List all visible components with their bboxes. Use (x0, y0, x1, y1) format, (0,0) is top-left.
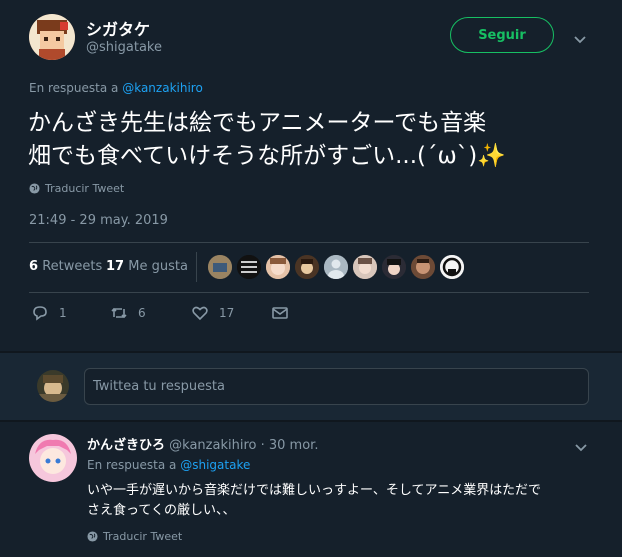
chevron-down-icon[interactable] (574, 438, 588, 452)
reply-count: 1 (59, 306, 67, 320)
likes-stat[interactable]: 17 Me gusta (106, 259, 188, 274)
retweet-icon (111, 307, 127, 319)
follow-button-label: Seguir (478, 27, 526, 43)
reply-context-prefix: En respuesta a (29, 81, 119, 95)
tweet-text-line-1: かんざき先生は絵でもアニメーターでも音楽 (28, 110, 487, 136)
translate-tweet-label: Traducir Tweet (45, 182, 125, 195)
retweet-action[interactable]: 6 (110, 304, 146, 322)
author-name[interactable]: シガタケ (86, 16, 150, 40)
divider (29, 292, 589, 293)
like-count: 17 (219, 306, 235, 320)
liker-avatar[interactable] (411, 255, 435, 279)
reply-context-prefix: En respuesta a (87, 458, 177, 472)
liker-avatar[interactable] (353, 255, 377, 279)
liker-avatar[interactable] (237, 255, 261, 279)
retweet-count: 6 (138, 306, 146, 320)
reply-translate-label: Traducir Tweet (103, 530, 183, 543)
liker-avatar[interactable] (295, 255, 319, 279)
reply-to-link[interactable]: @shigatake (180, 458, 250, 472)
globe-icon (87, 531, 98, 542)
author-avatar[interactable] (29, 14, 75, 60)
likes-label: Me gusta (128, 259, 188, 274)
heart-icon (192, 306, 208, 321)
section-separator (0, 420, 622, 422)
retweets-label: Retweets (42, 259, 103, 274)
translate-tweet-link[interactable]: Traducir Tweet (29, 182, 124, 195)
likes-count: 17 (106, 259, 125, 274)
reply-input-placeholder: Twittea tu respuesta (93, 379, 225, 394)
globe-icon (29, 183, 40, 194)
reply-context: En respuesta a @kanzakihiro (29, 81, 203, 95)
liker-avatar[interactable] (324, 255, 348, 279)
liker-avatar[interactable] (266, 255, 290, 279)
reply-author-avatar[interactable] (29, 434, 77, 482)
current-user-avatar (37, 370, 69, 402)
reply-text-line-1: いや一手が遅いから音楽だけでは難しいっすよー、そしてアニメ業界はただで (87, 483, 541, 498)
retweets-stat[interactable]: 6 Retweets (29, 259, 102, 274)
direct-message-action[interactable] (271, 304, 289, 322)
mail-icon (272, 307, 288, 319)
follow-button[interactable]: Seguir (450, 17, 554, 53)
divider (29, 242, 589, 243)
stats-separator (196, 252, 197, 282)
like-action[interactable]: 17 (191, 304, 234, 322)
reply-context: En respuesta a @shigatake (87, 458, 250, 472)
liker-avatar[interactable] (440, 255, 464, 279)
reply-author-line: かんざきひろ @kanzakihiro · 30 mor. (87, 434, 318, 453)
reply-icon (33, 306, 47, 321)
reply-input[interactable]: Twittea tu respuesta (84, 368, 589, 405)
reply-action[interactable]: 1 (31, 304, 67, 322)
liker-avatar[interactable] (208, 255, 232, 279)
reply-date[interactable]: · 30 mor. (261, 438, 319, 453)
author-handle[interactable]: @shigatake (86, 40, 162, 55)
retweets-count: 6 (29, 259, 39, 274)
reply-author-handle[interactable]: @kanzakihiro (169, 438, 256, 453)
reply-translate-link[interactable]: Traducir Tweet (87, 530, 182, 543)
reply-author-name[interactable]: かんざきひろ (87, 438, 165, 453)
reply-to-link[interactable]: @kanzakihiro (122, 81, 203, 95)
liker-avatar[interactable] (382, 255, 406, 279)
chevron-down-icon[interactable] (573, 30, 587, 44)
reply-text-line-2: さえ食ってくの厳しい、、 (87, 503, 236, 518)
tweet-timestamp[interactable]: 21:49 - 29 may. 2019 (29, 213, 168, 228)
tweet-text-line-2: 畑でも食べていけそうな所がすごい...(´ω`)✨ (28, 143, 506, 169)
